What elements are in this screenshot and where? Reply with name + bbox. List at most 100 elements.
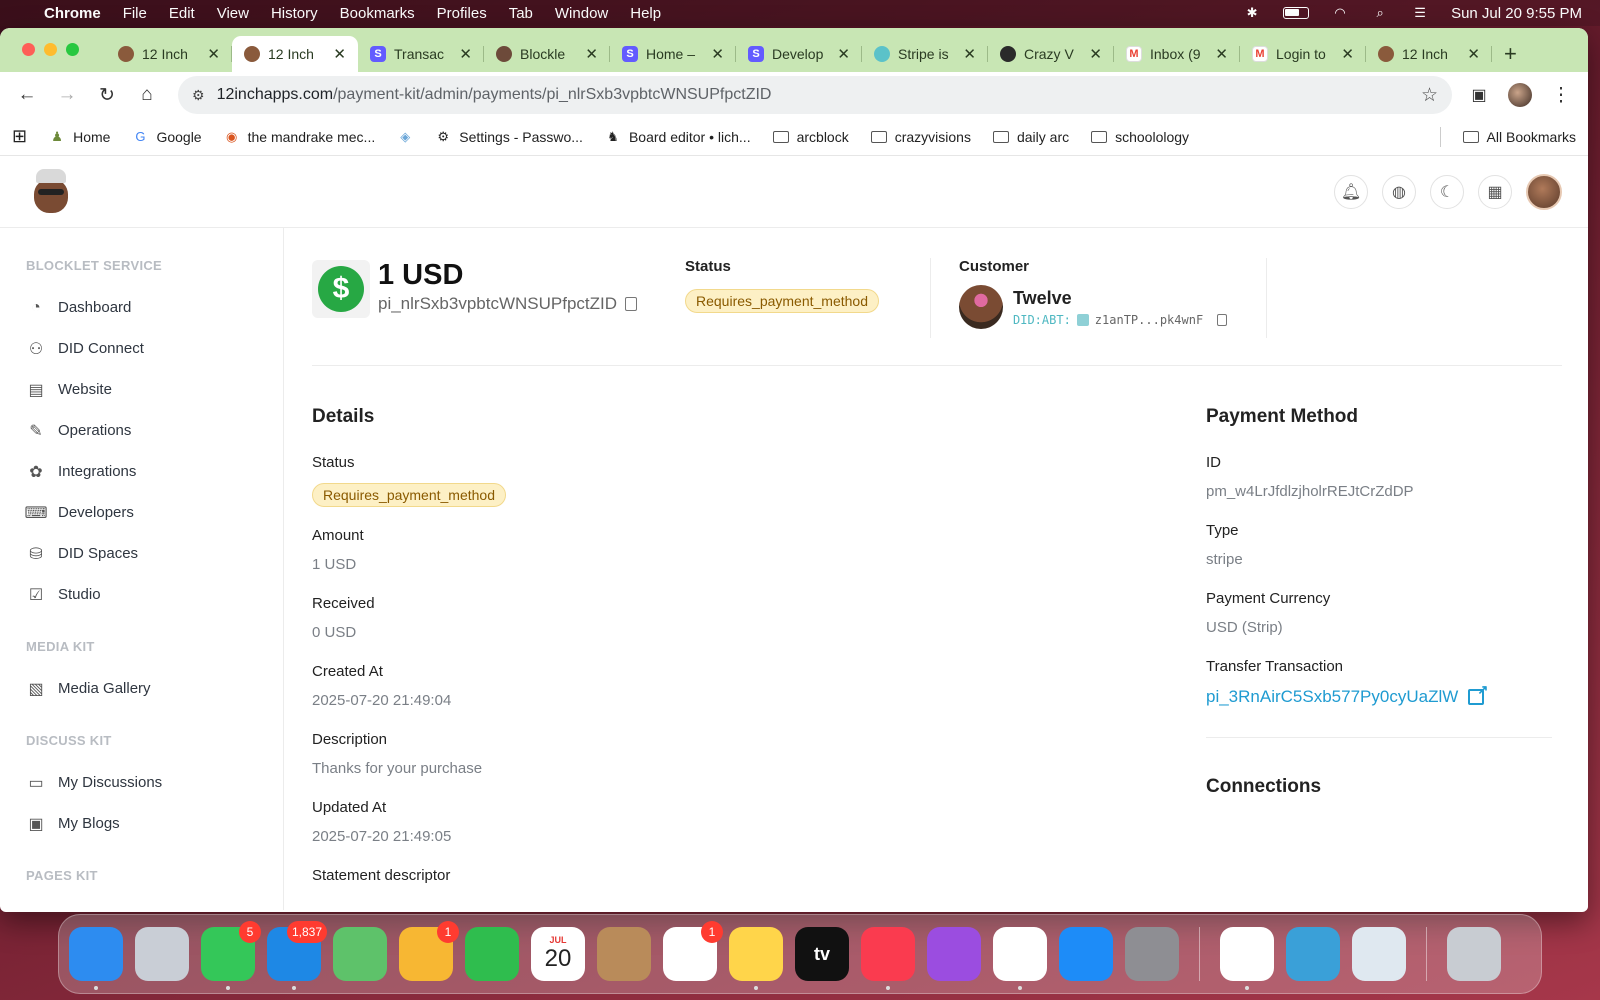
browser-tab[interactable]: S Develop ✕ xyxy=(736,36,862,72)
launchpad-dock-icon[interactable] xyxy=(135,927,189,981)
calendar-dock-icon[interactable]: JUL 20 xyxy=(531,927,585,981)
menu-clock[interactable]: Sun Jul 20 9:55 PM xyxy=(1451,5,1582,22)
sidebar-item[interactable]: ▤ Website xyxy=(26,369,283,410)
notifications-bell-icon[interactable]: 🔔︎ xyxy=(1334,174,1368,209)
bookmark-item[interactable]: ♞ Board editor • lich... xyxy=(605,129,750,145)
site-info-icon[interactable]: ⚙ xyxy=(192,87,205,104)
menu-window[interactable]: Window xyxy=(555,5,608,22)
reload-button[interactable]: ↻ xyxy=(94,82,120,108)
tab-close-icon[interactable]: ✕ xyxy=(333,45,346,63)
menu-bookmarks[interactable]: Bookmarks xyxy=(340,5,415,22)
bookmark-item[interactable]: schoolology xyxy=(1091,129,1189,145)
apps-shortcut-icon[interactable]: ⊞ xyxy=(12,126,27,147)
copy-did-icon[interactable] xyxy=(1217,313,1228,326)
external-link-icon[interactable] xyxy=(1468,682,1488,705)
browser-tab[interactable]: 12 Inch ✕ xyxy=(1366,36,1492,72)
sidebar-item[interactable]: ✎ Operations xyxy=(26,410,283,451)
bookmark-item[interactable]: crazyvisions xyxy=(870,129,971,145)
menu-history[interactable]: History xyxy=(271,5,318,22)
messages-dock-icon[interactable]: 5 xyxy=(201,921,261,990)
copy-payment-id-icon[interactable] xyxy=(625,297,638,311)
browser-tab[interactable]: S Transac ✕ xyxy=(358,36,484,72)
sidebar-item[interactable]: ⌨ Developers xyxy=(24,492,283,533)
mail-dock-icon[interactable]: 1,837 xyxy=(267,921,327,990)
trash-dock-icon[interactable] xyxy=(1447,927,1501,981)
browser-tab[interactable]: 12 Inch ✕ xyxy=(106,36,232,72)
battery-icon[interactable] xyxy=(1283,7,1310,19)
menu-help[interactable]: Help xyxy=(630,5,661,22)
tab-close-icon[interactable]: ✕ xyxy=(711,45,724,63)
facetime-dock-icon[interactable] xyxy=(465,927,519,981)
menu-file[interactable]: File xyxy=(123,5,147,22)
browser-tab[interactable]: M Login to ✕ xyxy=(1240,36,1366,72)
podcasts-dock-icon[interactable] xyxy=(927,927,981,981)
contacts-dock-icon[interactable] xyxy=(597,927,651,981)
menu-view[interactable]: View xyxy=(217,5,249,22)
transfer-transaction-link[interactable]: pi_3RnAirC5Sxb577Py0cyUaZlW xyxy=(1206,687,1458,707)
bookmark-item[interactable]: ♟ Home xyxy=(49,129,110,145)
menu-edit[interactable]: Edit xyxy=(169,5,195,22)
url-text[interactable]: 12inchapps.com/payment-kit/admin/payment… xyxy=(217,86,1409,104)
tab-close-icon[interactable]: ✕ xyxy=(1089,45,1102,63)
browser-tab[interactable]: M Inbox (9 ✕ xyxy=(1114,36,1240,72)
sidebar-item[interactable]: ▭ My Discussions xyxy=(26,762,283,803)
forward-button[interactable]: → xyxy=(54,82,80,108)
browser-tab[interactable]: Stripe is ✕ xyxy=(862,36,988,72)
address-bar[interactable]: ⚙ 12inchapps.com/payment-kit/admin/payme… xyxy=(178,76,1452,114)
spotlight-search-icon[interactable]: ⌕ xyxy=(1371,5,1389,20)
fullscreen-window-button[interactable] xyxy=(66,43,79,56)
news-dock-icon[interactable] xyxy=(993,927,1047,990)
tab-close-icon[interactable]: ✕ xyxy=(1215,45,1228,63)
new-tab-button[interactable]: + xyxy=(1504,36,1517,72)
customer-name[interactable]: Twelve xyxy=(1013,288,1227,309)
bookmark-item[interactable]: ◈ xyxy=(397,129,413,145)
profile-avatar[interactable] xyxy=(1508,83,1532,107)
reminders-dock-icon[interactable]: 1 xyxy=(663,921,723,981)
sidebar-item[interactable]: ⚇ DID Connect xyxy=(26,328,283,369)
sidebar-item[interactable]: ⛁ DID Spaces xyxy=(26,533,283,574)
menu-app-name[interactable]: Chrome xyxy=(44,5,101,22)
dark-mode-moon-icon[interactable]: ☾ xyxy=(1430,174,1464,209)
system-settings-dock-icon[interactable] xyxy=(1125,927,1179,981)
browser-tab[interactable]: Blockle ✕ xyxy=(484,36,610,72)
user-avatar[interactable] xyxy=(1526,173,1562,210)
sidebar-item[interactable]: ◔ Dashboard xyxy=(26,287,283,328)
tv-dock-icon[interactable]: tv xyxy=(795,927,849,981)
finder-dock-icon[interactable] xyxy=(69,927,123,990)
bookmark-item[interactable]: G Google xyxy=(132,129,201,145)
quicktime-dock-icon[interactable] xyxy=(1286,927,1340,981)
browser-tab[interactable]: Crazy V ✕ xyxy=(988,36,1114,72)
menu-profiles[interactable]: Profiles xyxy=(437,5,487,22)
wifi-icon[interactable]: ◠ xyxy=(1331,5,1349,20)
home-button[interactable]: ⌂ xyxy=(134,82,160,108)
tab-close-icon[interactable]: ✕ xyxy=(1341,45,1354,63)
tab-close-icon[interactable]: ✕ xyxy=(1467,45,1480,63)
apps-grid-icon[interactable]: ▦ xyxy=(1478,174,1512,209)
chrome-dock-icon[interactable] xyxy=(1220,927,1274,990)
app-store-dock-icon[interactable] xyxy=(1059,927,1113,981)
sidebar-item[interactable]: ▣ My Blogs xyxy=(26,803,283,844)
menu-tab[interactable]: Tab xyxy=(509,5,533,22)
sidebar-item[interactable]: ▧ Media Gallery xyxy=(26,668,283,709)
preview-dock-icon[interactable] xyxy=(1352,927,1406,981)
bookmark-item[interactable]: daily arc xyxy=(992,129,1069,145)
notes-dock-icon[interactable] xyxy=(729,927,783,990)
tab-close-icon[interactable]: ✕ xyxy=(963,45,976,63)
tab-close-icon[interactable]: ✕ xyxy=(207,45,220,63)
browser-tab[interactable]: S Home – ✕ xyxy=(610,36,736,72)
tab-close-icon[interactable]: ✕ xyxy=(585,45,598,63)
tab-close-icon[interactable]: ✕ xyxy=(459,45,472,63)
close-window-button[interactable] xyxy=(22,43,35,56)
chrome-menu-icon[interactable]: ⋮ xyxy=(1548,82,1574,108)
browser-tab[interactable]: 12 Inch ✕ xyxy=(232,36,358,72)
back-button[interactable]: ← xyxy=(14,82,40,108)
language-globe-icon[interactable]: ◍ xyxy=(1382,174,1416,209)
control-center-icon[interactable]: ☰ xyxy=(1411,5,1429,20)
maps-dock-icon[interactable] xyxy=(333,927,387,981)
bluetooth-icon[interactable]: ✱ xyxy=(1243,5,1261,20)
tab-search-icon[interactable]: ▣ xyxy=(1466,82,1492,108)
music-dock-icon[interactable] xyxy=(861,927,915,990)
sidebar-item[interactable]: ☑ Studio xyxy=(26,574,283,615)
all-bookmarks-button[interactable]: All Bookmarks xyxy=(1462,129,1576,145)
bookmark-item[interactable]: ⚙ Settings - Passwo... xyxy=(435,129,583,145)
